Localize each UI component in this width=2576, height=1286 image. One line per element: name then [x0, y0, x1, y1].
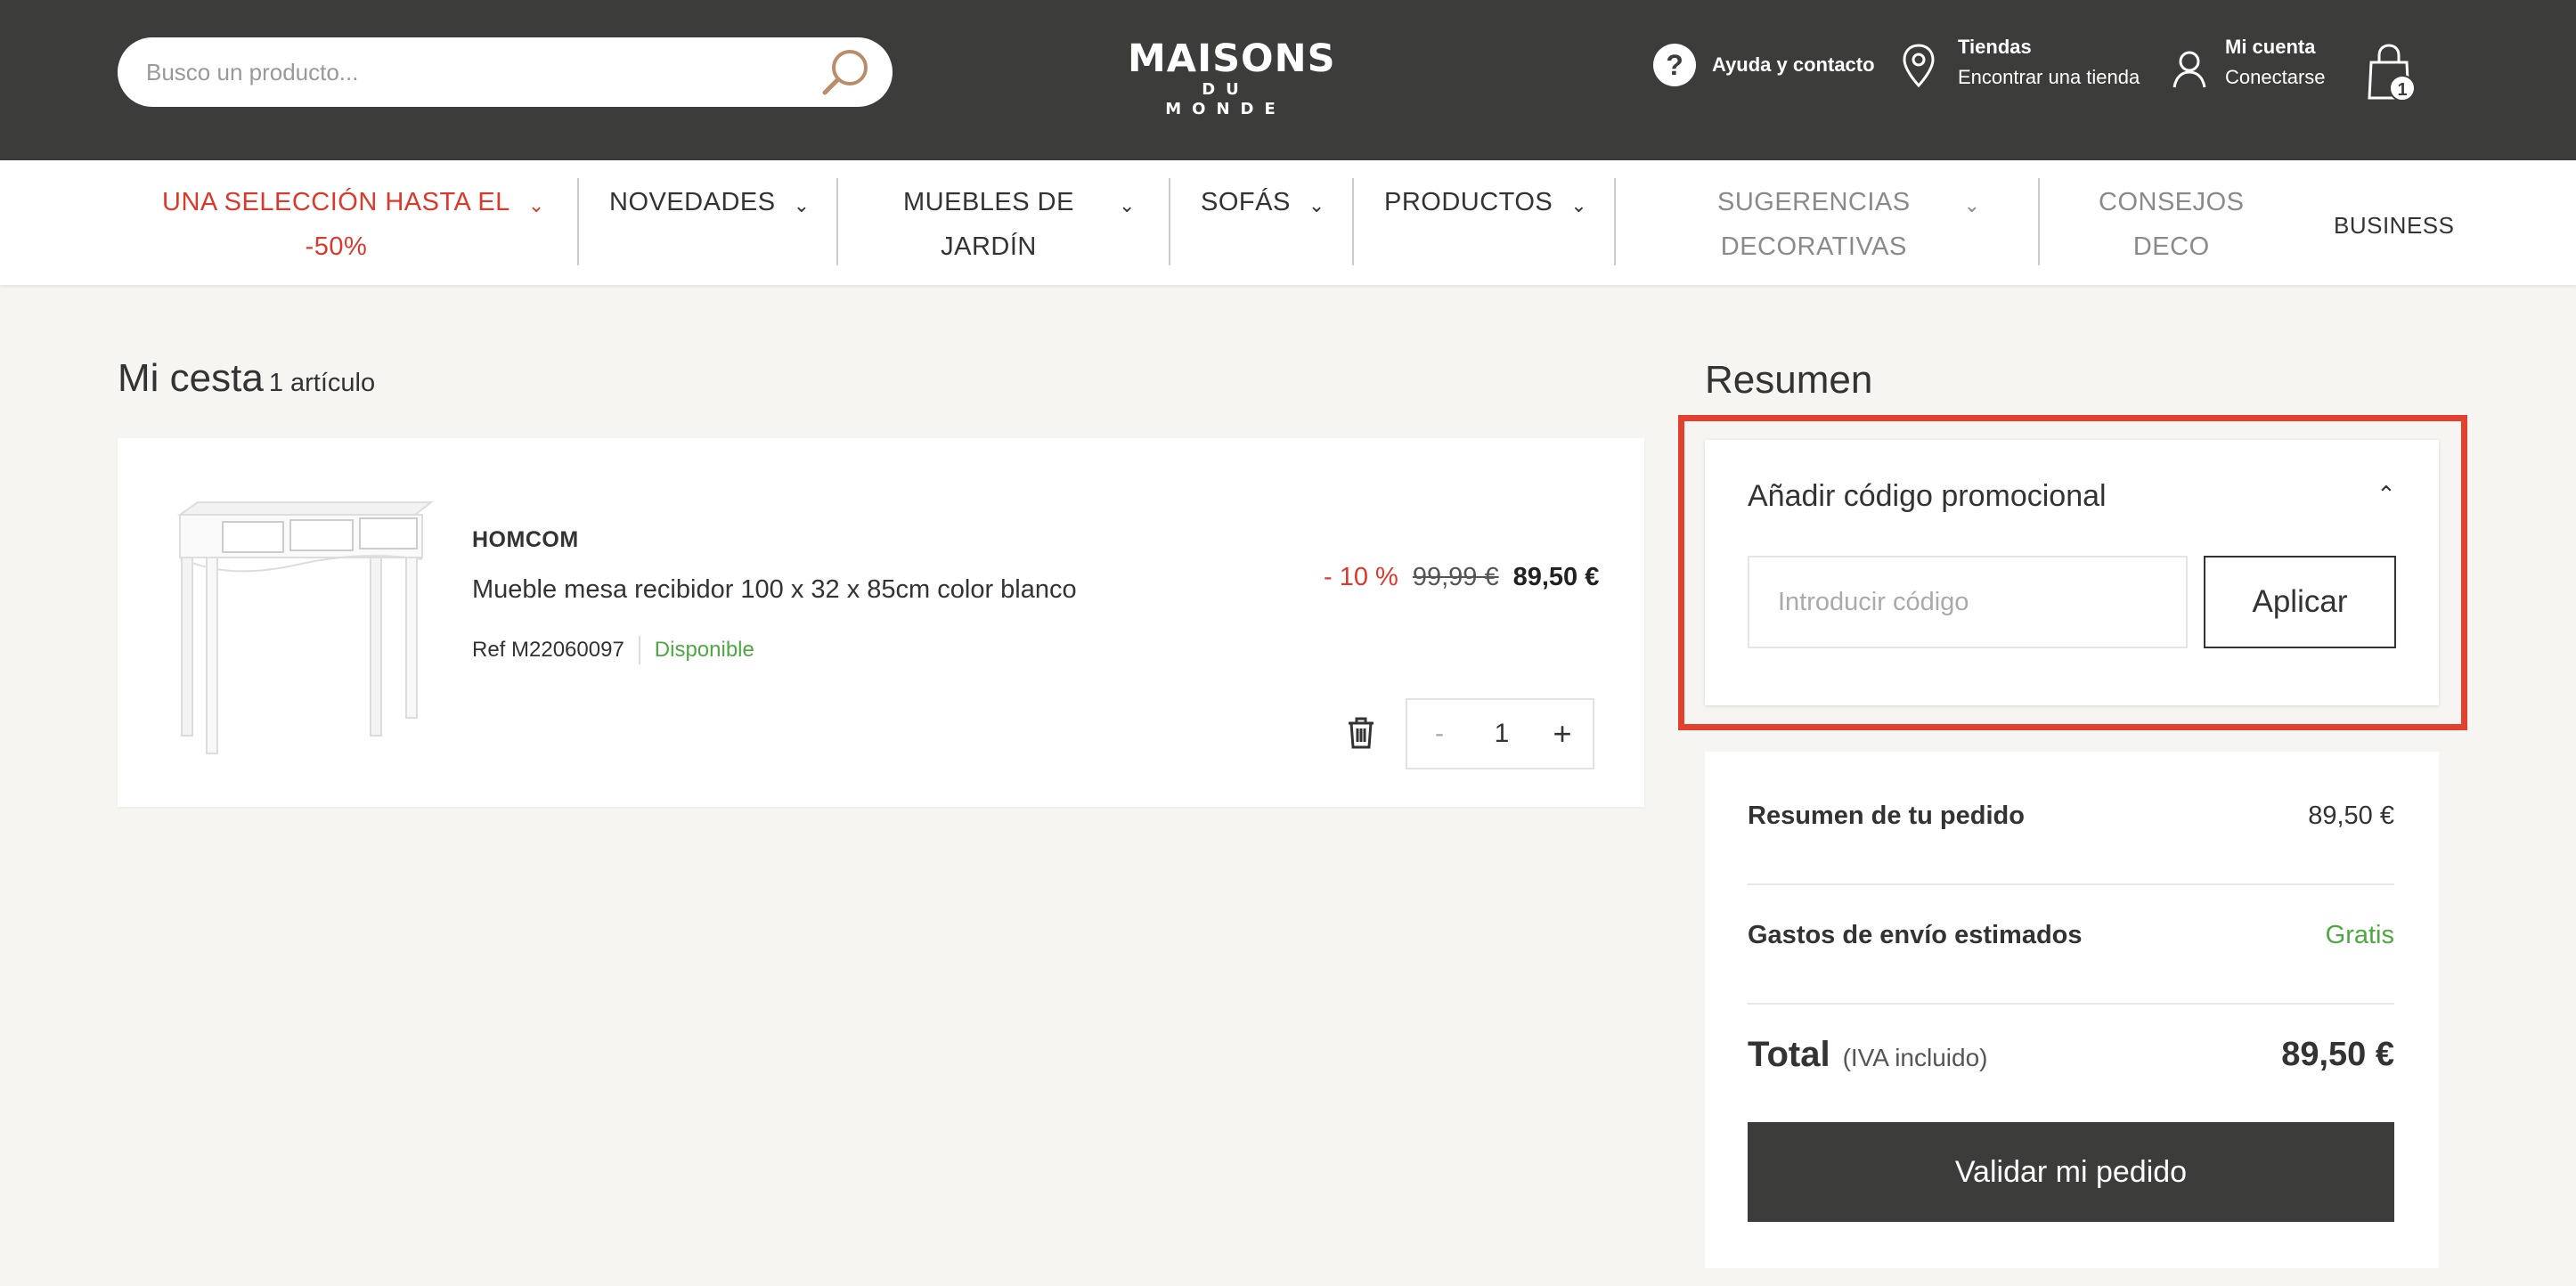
help-label: Ayuda y contacto	[1712, 53, 1875, 76]
quantity-value[interactable]: 1	[1471, 719, 1532, 749]
cart-title: Mi cesta	[118, 356, 264, 400]
search-icon[interactable]	[819, 46, 871, 98]
order-subtotal-label: Resumen de tu pedido	[1748, 802, 2025, 830]
nav-item-label: NOVEDADES	[609, 188, 776, 216]
logo-text-main: MAISONS	[1128, 37, 1336, 81]
nav-divider	[836, 178, 838, 265]
nav-item-business[interactable]: BUSINESS	[2334, 203, 2455, 292]
brand-logo[interactable]: MAISONS DU MONDE	[1128, 37, 1336, 119]
chevron-down-icon: ⌄	[1308, 194, 1325, 216]
quantity-stepper[interactable]: - 1 +	[1406, 698, 1594, 769]
price-row: - 10 % 99,99 € 89,50 €	[1324, 563, 1599, 592]
nav-item-garden-furniture[interactable]: MUEBLES DE JARDÍN ⌄	[903, 180, 1136, 269]
chevron-down-icon: ⌄	[527, 194, 545, 216]
location-pin-icon[interactable]	[1901, 43, 1936, 89]
nav-item-deco-tips[interactable]: CONSEJOS DECO	[2099, 180, 2245, 269]
nav-item-label: SOFÁS	[1201, 188, 1291, 216]
quantity-increase-button[interactable]: +	[1532, 715, 1593, 753]
summary-title: Resumen	[1705, 358, 1873, 402]
shipping-value: Gratis	[2325, 921, 2394, 949]
nav-item-sale[interactable]: UNA SELECCIÓN HASTA EL -50% ⌄	[162, 180, 545, 269]
stores-link[interactable]: Tiendas Encontrar una tienda	[1958, 34, 2140, 93]
nav-item-novedades[interactable]: NOVEDADES ⌄	[609, 180, 811, 269]
order-subtotal-row: Resumen de tu pedido 89,50 €	[1748, 802, 2394, 831]
discount-badge: - 10 %	[1324, 563, 1398, 591]
account-title: Mi cuenta	[2225, 36, 2316, 58]
search-bar[interactable]	[118, 37, 893, 107]
order-summary-card: Resumen de tu pedido 89,50 € Gastos de e…	[1705, 752, 2439, 1268]
validate-order-button[interactable]: Validar mi pedido	[1748, 1122, 2394, 1222]
cart-item-card: HOMCOM Mueble mesa recibidor 100 x 32 x …	[118, 438, 1644, 807]
product-brand: HOMCOM	[472, 527, 579, 552]
product-ref: Ref M22060097	[472, 638, 624, 662]
nav-item-label: BUSINESS	[2334, 212, 2455, 239]
nav-item-label: MUEBLES DE JARDÍN	[903, 188, 1074, 261]
chevron-down-icon: ⌄	[1118, 194, 1136, 216]
promo-code-panel: Añadir código promocional ⌃ Aplicar	[1705, 440, 2439, 705]
nav-item-sofas[interactable]: SOFÁS ⌄	[1201, 180, 1325, 269]
summary-divider	[1748, 883, 2394, 885]
product-image[interactable]	[173, 483, 440, 759]
stores-title: Tiendas	[1958, 36, 2032, 58]
nav-item-label: CONSEJOS DECO	[2099, 188, 2245, 261]
chevron-down-icon: ⌄	[793, 194, 811, 216]
trash-icon[interactable]	[1347, 716, 1375, 750]
top-header: MAISONS DU MONDE ? Ayuda y contacto Tien…	[0, 0, 2576, 160]
order-subtotal-value: 89,50 €	[2308, 802, 2394, 830]
meta-divider	[638, 636, 640, 664]
old-price: 99,99 €	[1412, 563, 1499, 591]
total-label: Total (IVA incluido)	[1748, 1035, 1988, 1074]
summary-divider	[1748, 1003, 2394, 1005]
nav-item-label: SUGERENCIAS DECORATIVAS	[1717, 188, 1911, 261]
product-meta: Ref M22060097 Disponible	[472, 636, 754, 664]
help-contact-link[interactable]: ? Ayuda y contacto	[1653, 43, 1875, 87]
search-input[interactable]	[146, 37, 823, 107]
apply-promo-button[interactable]: Aplicar	[2204, 556, 2396, 648]
stores-subtitle: Encontrar una tienda	[1958, 66, 2140, 88]
current-price: 89,50 €	[1512, 563, 1600, 591]
product-name[interactable]: Mueble mesa recibidor 100 x 32 x 85cm co…	[472, 575, 1077, 605]
user-icon[interactable]	[2172, 50, 2207, 89]
total-row: Total (IVA incluido) 89,50 €	[1748, 1035, 2394, 1075]
account-subtitle: Conectarse	[2225, 66, 2326, 88]
nav-divider	[577, 178, 579, 265]
cart-count-badge: 1	[2389, 75, 2416, 102]
logo-text-sub: DU MONDE	[1165, 80, 1286, 118]
cart-heading: Mi cesta 1 artículo	[118, 356, 375, 401]
cart-item-count: 1 artículo	[268, 369, 376, 397]
total-value: 89,50 €	[2281, 1036, 2394, 1073]
chevron-up-icon[interactable]: ⌃	[2376, 481, 2396, 509]
total-tax-note: (IVA incluido)	[1842, 1044, 1988, 1071]
nav-item-decor-suggestions[interactable]: SUGERENCIAS DECORATIVAS ⌄	[1717, 180, 1981, 269]
nav-divider	[2038, 178, 2040, 265]
account-link[interactable]: Mi cuenta Conectarse	[2225, 34, 2326, 93]
nav-divider	[1169, 178, 1170, 265]
promo-code-input[interactable]	[1748, 556, 2188, 648]
promo-title[interactable]: Añadir código promocional	[1748, 479, 2107, 514]
quantity-decrease-button[interactable]: -	[1407, 719, 1471, 749]
nav-divider	[1352, 178, 1354, 265]
chevron-down-icon: ⌄	[1570, 194, 1588, 216]
nav-item-label: PRODUCTOS	[1384, 188, 1553, 216]
shipping-label: Gastos de envío estimados	[1748, 921, 2083, 949]
nav-item-label: UNA SELECCIÓN HASTA EL -50%	[162, 188, 510, 261]
nav-item-products[interactable]: PRODUCTOS ⌄	[1384, 180, 1587, 269]
chevron-down-icon: ⌄	[1963, 194, 1981, 216]
shipping-row: Gastos de envío estimados Gratis	[1748, 921, 2394, 950]
help-icon: ?	[1653, 44, 1696, 86]
availability-status: Disponible	[654, 638, 754, 662]
nav-divider	[1614, 178, 1616, 265]
